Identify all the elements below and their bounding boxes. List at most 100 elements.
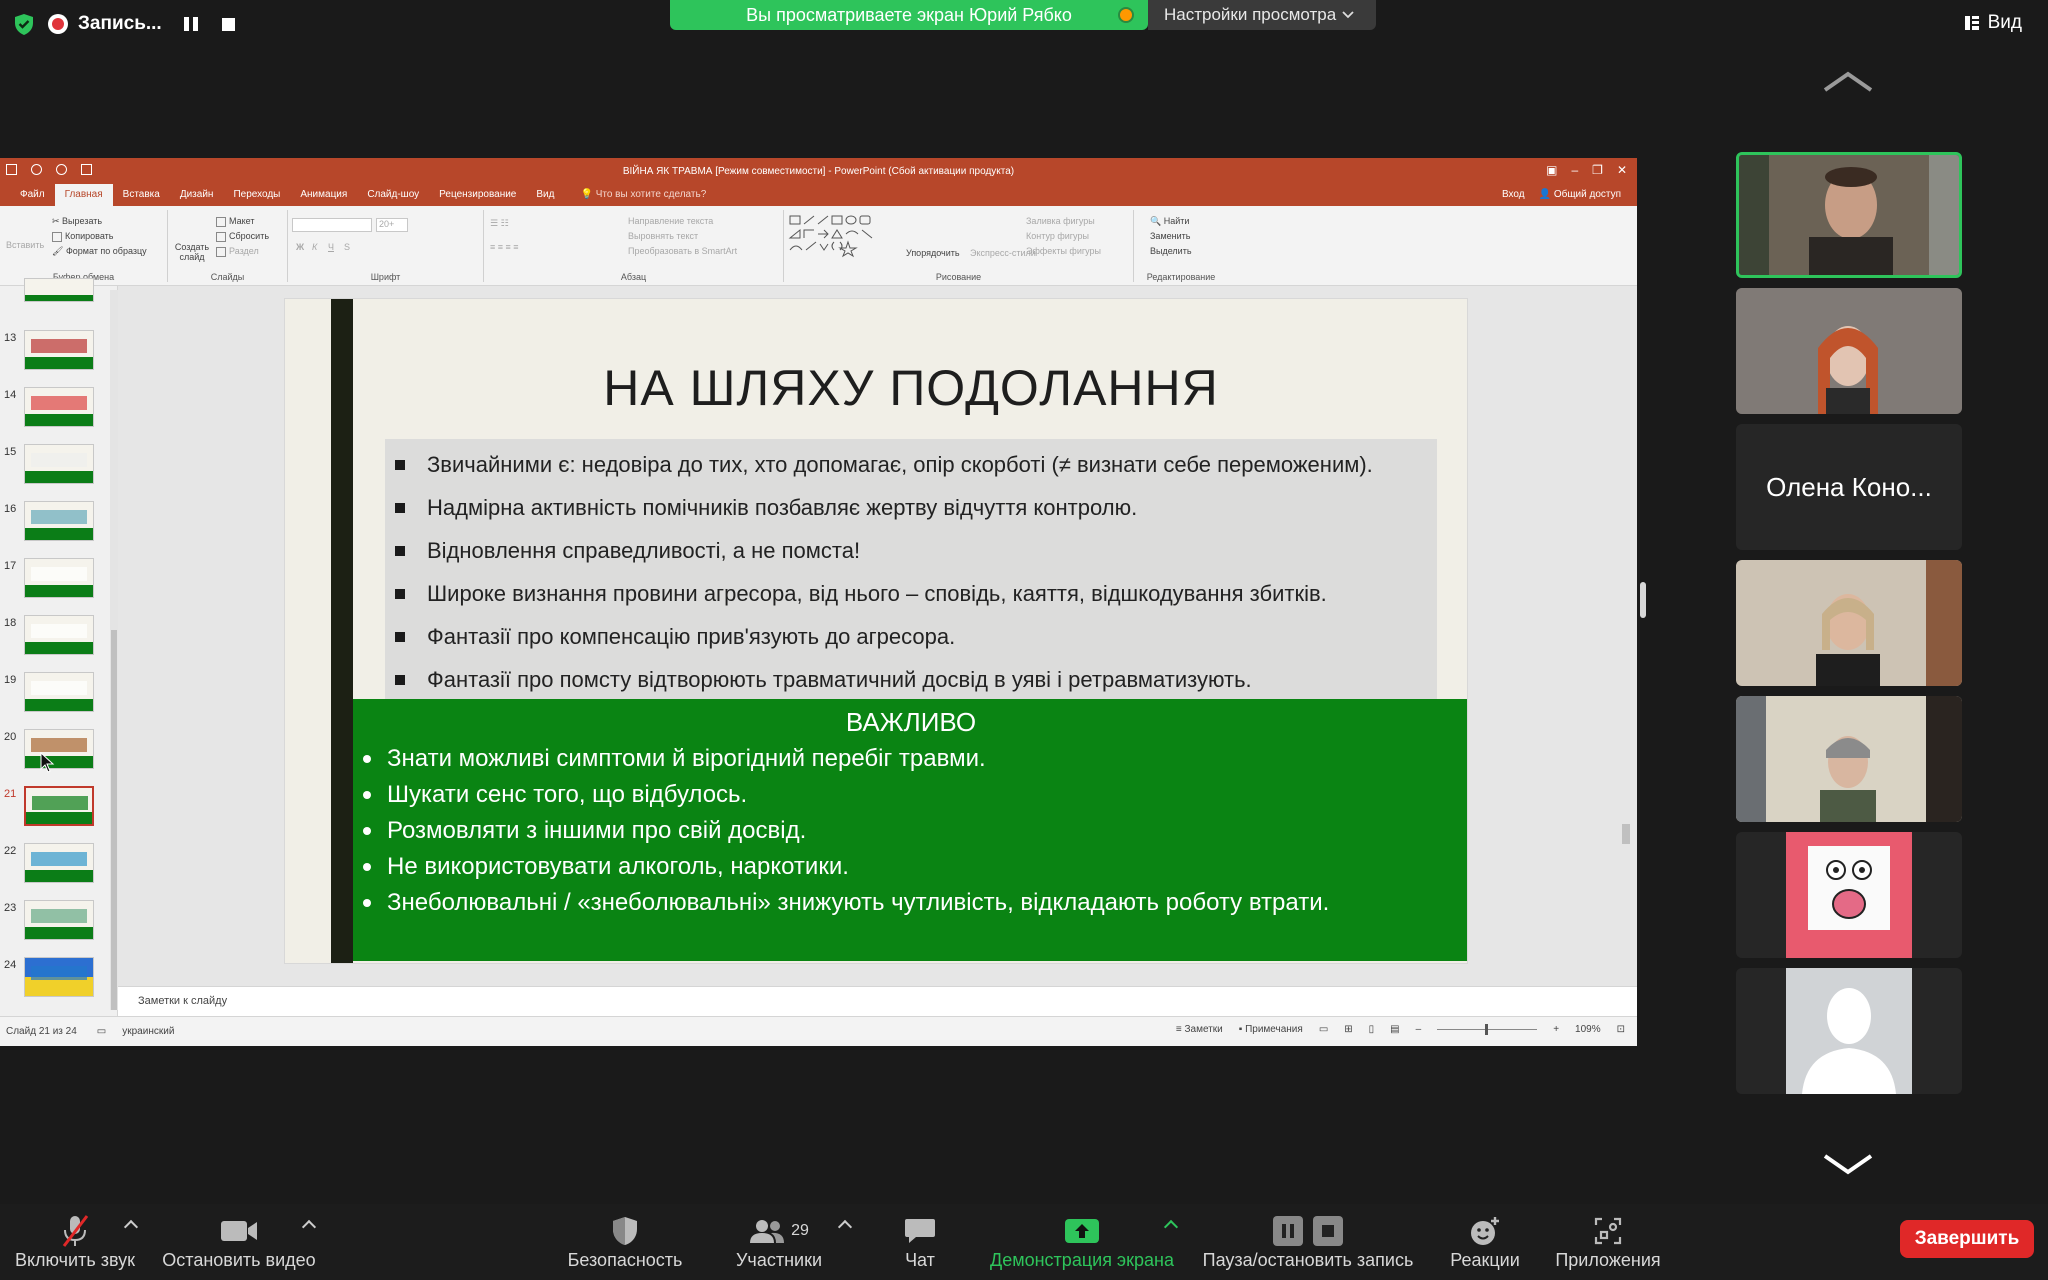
participant-tile[interactable] [1736,696,1962,822]
undo-icon[interactable] [31,164,42,175]
participant-tile[interactable] [1736,832,1962,958]
slide-thumbnail[interactable]: 23 [0,900,110,950]
restore-icon[interactable]: ❐ [1592,163,1603,177]
tab-animation[interactable]: Анимация [290,184,357,206]
copy-button[interactable]: Копировать [52,231,113,242]
slide-thumbnail[interactable]: 19 [0,672,110,722]
pause-recording-icon[interactable] [183,17,198,31]
redo-icon[interactable] [56,164,67,175]
shape-effects-button[interactable]: Эффекты фигуры [1026,246,1101,256]
tab-transitions[interactable]: Переходы [223,184,290,206]
scroll-down-icon[interactable] [1823,1152,1873,1176]
reset-button[interactable]: Сбросить [216,231,269,242]
participant-tile[interactable] [1736,560,1962,686]
text-direction-button[interactable]: Направление текста [628,216,713,226]
ribbon-display-icon[interactable]: ▣ [1546,163,1557,177]
stop-recording-icon[interactable] [221,17,235,31]
shape-outline-button[interactable]: Контур фигуры [1026,231,1089,241]
unmute-button[interactable]: Включить звук [10,1214,140,1274]
participant-tile[interactable] [1736,152,1962,278]
italic-button[interactable]: К [312,242,317,252]
chat-button[interactable]: Чат [880,1214,960,1274]
tab-review[interactable]: Рецензирование [429,184,526,206]
pane-resize-handle[interactable] [1640,582,1646,618]
save-icon[interactable] [6,164,17,175]
view-options-dropdown[interactable]: Настройки просмотра [1148,0,1376,30]
security-button[interactable]: Безопасность [560,1214,690,1274]
reading-view-icon[interactable]: ▯ [1369,1024,1375,1035]
slide-thumbnail[interactable]: 24 [0,957,110,1007]
apps-button[interactable]: Приложения [1548,1214,1668,1274]
layout-button[interactable]: Макет [216,216,254,227]
fit-to-window-icon[interactable]: ⊡ [1617,1024,1625,1035]
arrange-button[interactable]: Упорядочить [906,248,960,258]
new-slide-button[interactable]: Создать слайд [174,242,210,262]
slide-thumbnail[interactable]: 13 [0,330,110,380]
shape-fill-button[interactable]: Заливка фигуры [1026,216,1095,226]
replace-button[interactable]: Заменить [1150,231,1190,241]
format-painter-button[interactable]: 🖌 Формат по образцу [52,246,147,257]
close-icon[interactable]: ✕ [1617,163,1627,177]
shapes-gallery[interactable] [788,214,898,264]
participants-button[interactable]: 29 Участники [724,1214,834,1274]
align-text-button[interactable]: Выровнять текст [628,231,698,241]
zoom-in-icon[interactable]: + [1553,1024,1559,1035]
minimize-icon[interactable]: – [1571,163,1578,177]
stop-video-button[interactable]: Остановить видео [160,1214,318,1274]
bullets-button[interactable]: ☰ ☷ [490,218,509,229]
slide-thumbnail[interactable]: 21 [0,786,110,836]
shadow-button[interactable]: S [344,242,350,252]
slide-thumbnail[interactable]: 18 [0,615,110,665]
share-screen-button[interactable]: Демонстрация экрана [982,1214,1182,1274]
font-size-combo[interactable]: 20+ [376,218,408,232]
zoom-level[interactable]: 109% [1575,1024,1601,1035]
recording-indicator[interactable]: Запись... [48,8,235,40]
scroll-up-icon[interactable] [1823,70,1873,94]
share-button[interactable]: 👤 Общий доступ [1539,184,1621,206]
customize-icon[interactable] [81,164,92,175]
font-name-combo[interactable] [292,218,372,232]
slide-thumbnail[interactable]: 22 [0,843,110,893]
notes-toggle[interactable]: ≡ Заметки [1176,1024,1223,1035]
participant-tile[interactable]: Олена Коно... [1736,424,1962,550]
tab-file[interactable]: Файл [10,184,55,206]
slideshow-view-icon[interactable]: ▤ [1390,1024,1399,1035]
participants-options-caret[interactable] [837,1219,853,1235]
participant-tile[interactable] [1736,288,1962,414]
spellcheck-icon[interactable]: ▭ [97,1026,106,1037]
slide-thumbnail[interactable]: 17 [0,558,110,608]
slide-scrollbar[interactable] [1621,290,1631,980]
zoom-out-icon[interactable]: – [1416,1024,1422,1035]
view-button[interactable]: Вид [1964,12,2022,34]
find-button[interactable]: 🔍 Найти [1150,216,1189,227]
cut-button[interactable]: ✂ Вырезать [52,216,102,227]
tab-home[interactable]: Главная [54,184,113,206]
select-button[interactable]: Выделить [1150,246,1192,256]
section-button[interactable]: Раздел [216,246,259,257]
tell-me-search[interactable]: 💡 Что вы хотите сделать? [564,184,706,206]
slide-thumbnail[interactable]: 15 [0,444,110,494]
current-slide[interactable]: НА ШЛЯХУ ПОДОЛАННЯ Звичайними є: недовір… [284,298,1468,964]
reactions-button[interactable]: Реакции [1440,1214,1530,1274]
tab-view[interactable]: Вид [526,184,564,206]
slide-thumbnail[interactable]: 14 [0,387,110,437]
security-shield-icon[interactable] [12,12,36,36]
smartart-button[interactable]: Преобразовать в SmartArt [628,246,737,256]
signin-link[interactable]: Вход [1502,184,1525,206]
tab-design[interactable]: Дизайн [170,184,224,206]
participant-tile[interactable] [1736,968,1962,1094]
sorter-view-icon[interactable]: ⊞ [1344,1024,1352,1035]
tab-slideshow[interactable]: Слайд-шоу [357,184,429,206]
notes-pane[interactable]: Заметки к слайду [118,986,1637,1016]
end-meeting-button[interactable]: Завершить [1900,1220,2034,1258]
underline-button[interactable]: Ч [328,242,334,252]
thumbnails-scrollbar[interactable] [110,290,118,1010]
bold-button[interactable]: Ж [296,242,304,252]
normal-view-icon[interactable]: ▭ [1319,1024,1328,1035]
zoom-slider[interactable] [1437,1024,1538,1035]
tab-insert[interactable]: Вставка [113,184,170,206]
comments-toggle[interactable]: ▪ Примечания [1239,1024,1303,1035]
slide-thumbnail[interactable]: 16 [0,501,110,551]
align-buttons[interactable]: ≡ ≡ ≡ ≡ [490,242,519,252]
language-indicator[interactable]: украинский [122,1026,174,1037]
